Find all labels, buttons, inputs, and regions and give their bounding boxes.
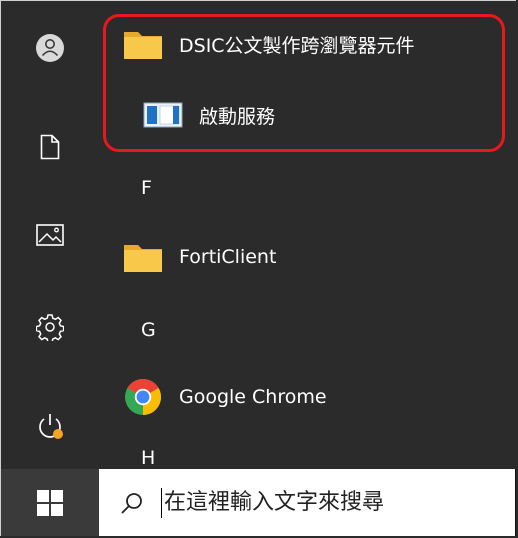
windows-logo-icon xyxy=(37,489,63,516)
user-icon xyxy=(36,34,64,62)
folder-icon xyxy=(124,245,162,272)
start-button[interactable] xyxy=(1,469,99,536)
pictures-icon xyxy=(36,224,64,246)
text-cursor xyxy=(161,487,162,518)
app-item-label: Google Chrome xyxy=(179,386,327,408)
search-input[interactable] xyxy=(164,490,464,515)
highlight-annotation xyxy=(103,14,505,152)
group-header-g[interactable]: G xyxy=(141,319,156,341)
search-icon xyxy=(121,492,142,514)
power-button[interactable] xyxy=(1,396,99,456)
group-header-f[interactable]: F xyxy=(141,177,152,199)
power-icon xyxy=(39,414,63,439)
settings-button[interactable] xyxy=(1,297,99,357)
document-icon xyxy=(40,134,60,160)
taskbar xyxy=(1,469,516,536)
start-menu-rail xyxy=(1,1,99,469)
chrome-icon xyxy=(125,378,162,415)
app-item-forticlient[interactable]: FortiClient xyxy=(121,229,276,285)
settings-icon xyxy=(36,314,64,341)
search-box[interactable] xyxy=(99,469,515,536)
app-item-label: FortiClient xyxy=(179,246,277,268)
documents-button[interactable] xyxy=(1,117,99,177)
pictures-button[interactable] xyxy=(1,205,99,265)
user-button[interactable] xyxy=(1,18,99,78)
group-header-h[interactable]: H xyxy=(141,447,155,469)
app-item-google-chrome[interactable]: Google Chrome xyxy=(121,369,327,425)
